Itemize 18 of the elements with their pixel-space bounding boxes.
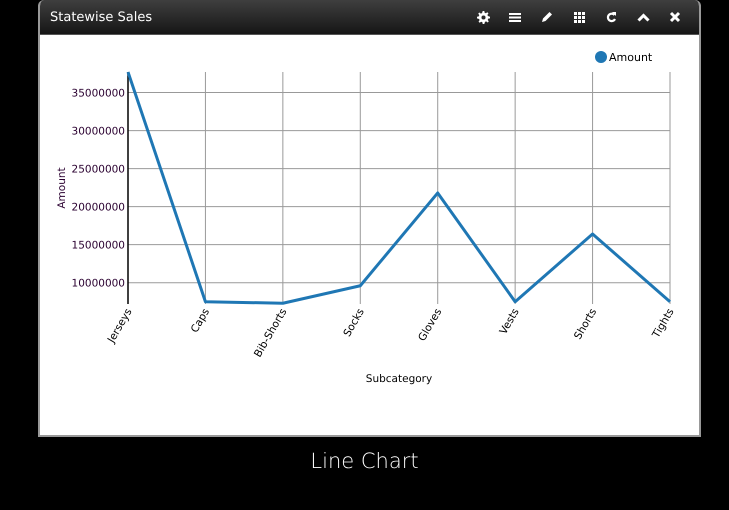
caption: Line Chart [310, 449, 419, 473]
axis-title: Subcategory [366, 373, 432, 385]
grid-icon [574, 12, 584, 22]
y-tick-label: 20000000 [72, 202, 125, 214]
legend-label[interactable]: Amount [609, 51, 652, 64]
close-icon [669, 11, 681, 23]
y-tick-label: 15000000 [72, 240, 125, 252]
y-tick-label: 25000000 [72, 164, 125, 176]
y-tick-label: 10000000 [72, 278, 125, 290]
menu-icon [509, 12, 521, 22]
settings-icon [476, 10, 490, 24]
axis-title: Amount [56, 167, 68, 209]
y-tick-label: 30000000 [72, 126, 125, 138]
widget-title: Statewise Sales [50, 10, 154, 24]
chevron-up-icon [636, 12, 650, 22]
pencil-icon [541, 11, 553, 23]
y-tick-label: 35000000 [72, 88, 125, 100]
refresh-icon [606, 11, 616, 23]
